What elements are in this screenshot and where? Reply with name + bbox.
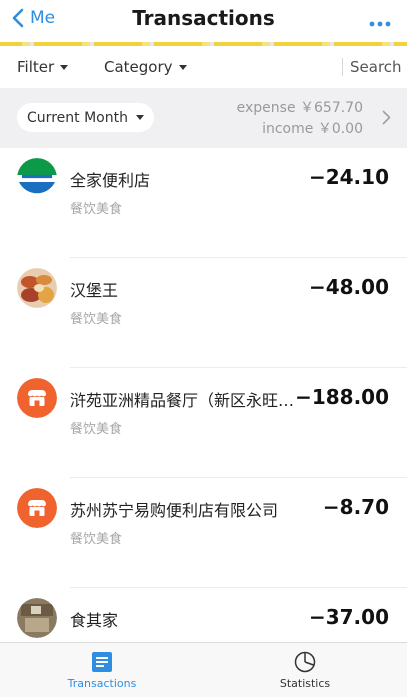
transaction-category: 餐饮美食	[70, 532, 123, 547]
restaurant-photo-avatar	[17, 598, 57, 638]
tab-statistics[interactable]: Statistics	[245, 651, 365, 690]
month-selector[interactable]: Current Month	[17, 103, 154, 132]
summary-detail-button[interactable]	[382, 110, 391, 129]
category-label: Category	[104, 58, 173, 76]
month-label: Current Month	[27, 109, 128, 126]
transaction-amount: −188.00	[295, 385, 389, 409]
transaction-name: 浒苑亚洲精品餐厅（新区永旺…	[70, 391, 295, 410]
filter-bar: Filter Category Search	[0, 46, 407, 88]
pie-chart-icon	[294, 651, 316, 673]
caret-down-icon	[60, 64, 69, 70]
transaction-amount: −48.00	[308, 275, 389, 299]
list-icon	[92, 652, 112, 672]
search-label: Search	[350, 58, 402, 76]
transaction-name: 汉堡王	[70, 281, 119, 300]
transaction-category: 餐饮美食	[70, 422, 123, 437]
tab-label: Statistics	[279, 677, 331, 690]
food-photo-avatar	[17, 268, 57, 308]
shop-icon	[17, 378, 57, 418]
transaction-row[interactable]: 食其家 −37.00	[0, 588, 407, 642]
tab-label: Transactions	[67, 677, 137, 690]
transaction-row[interactable]: 苏州苏宁易购便利店有限公司 餐饮美食 −8.70	[0, 478, 407, 588]
caret-down-icon	[135, 115, 144, 120]
expense-total: expense ￥657.70	[236, 100, 363, 116]
transaction-row[interactable]: 汉堡王 餐饮美食 −48.00	[0, 258, 407, 368]
month-summary: Current Month expense ￥657.70 income ￥0.…	[0, 88, 407, 148]
filter-dropdown[interactable]: Filter	[17, 58, 69, 76]
filter-label: Filter	[17, 58, 55, 76]
transaction-row[interactable]: 浒苑亚洲精品餐厅（新区永旺… 餐饮美食 −188.00	[0, 368, 407, 478]
page-title: Transactions	[132, 6, 275, 30]
tab-bar: Transactions Statistics	[0, 642, 407, 697]
income-total: income ￥0.00	[262, 121, 363, 137]
transaction-amount: −8.70	[322, 495, 389, 519]
category-dropdown[interactable]: Category	[104, 58, 187, 76]
tab-transactions[interactable]: Transactions	[42, 651, 162, 690]
search-button[interactable]: Search	[350, 58, 402, 76]
familymart-logo	[17, 158, 57, 198]
filter-divider	[342, 58, 343, 76]
transaction-category: 餐饮美食	[70, 202, 123, 217]
navigation-bar: Me Transactions	[0, 0, 407, 42]
transaction-category: 餐饮美食	[70, 312, 123, 327]
transaction-name: 全家便利店	[70, 171, 151, 190]
more-dots-icon	[369, 21, 391, 27]
transaction-row[interactable]: 全家便利店 餐饮美食 −24.10	[0, 148, 407, 258]
transaction-name: 食其家	[70, 611, 119, 630]
caret-down-icon	[178, 64, 187, 70]
more-button[interactable]	[369, 12, 391, 31]
chevron-right-icon	[382, 110, 391, 125]
transaction-amount: −37.00	[308, 605, 389, 629]
transaction-amount: −24.10	[308, 165, 389, 189]
shop-icon	[17, 488, 57, 528]
transaction-name: 苏州苏宁易购便利店有限公司	[70, 501, 279, 520]
summary-totals: expense ￥657.70 income ￥0.00	[237, 98, 363, 140]
